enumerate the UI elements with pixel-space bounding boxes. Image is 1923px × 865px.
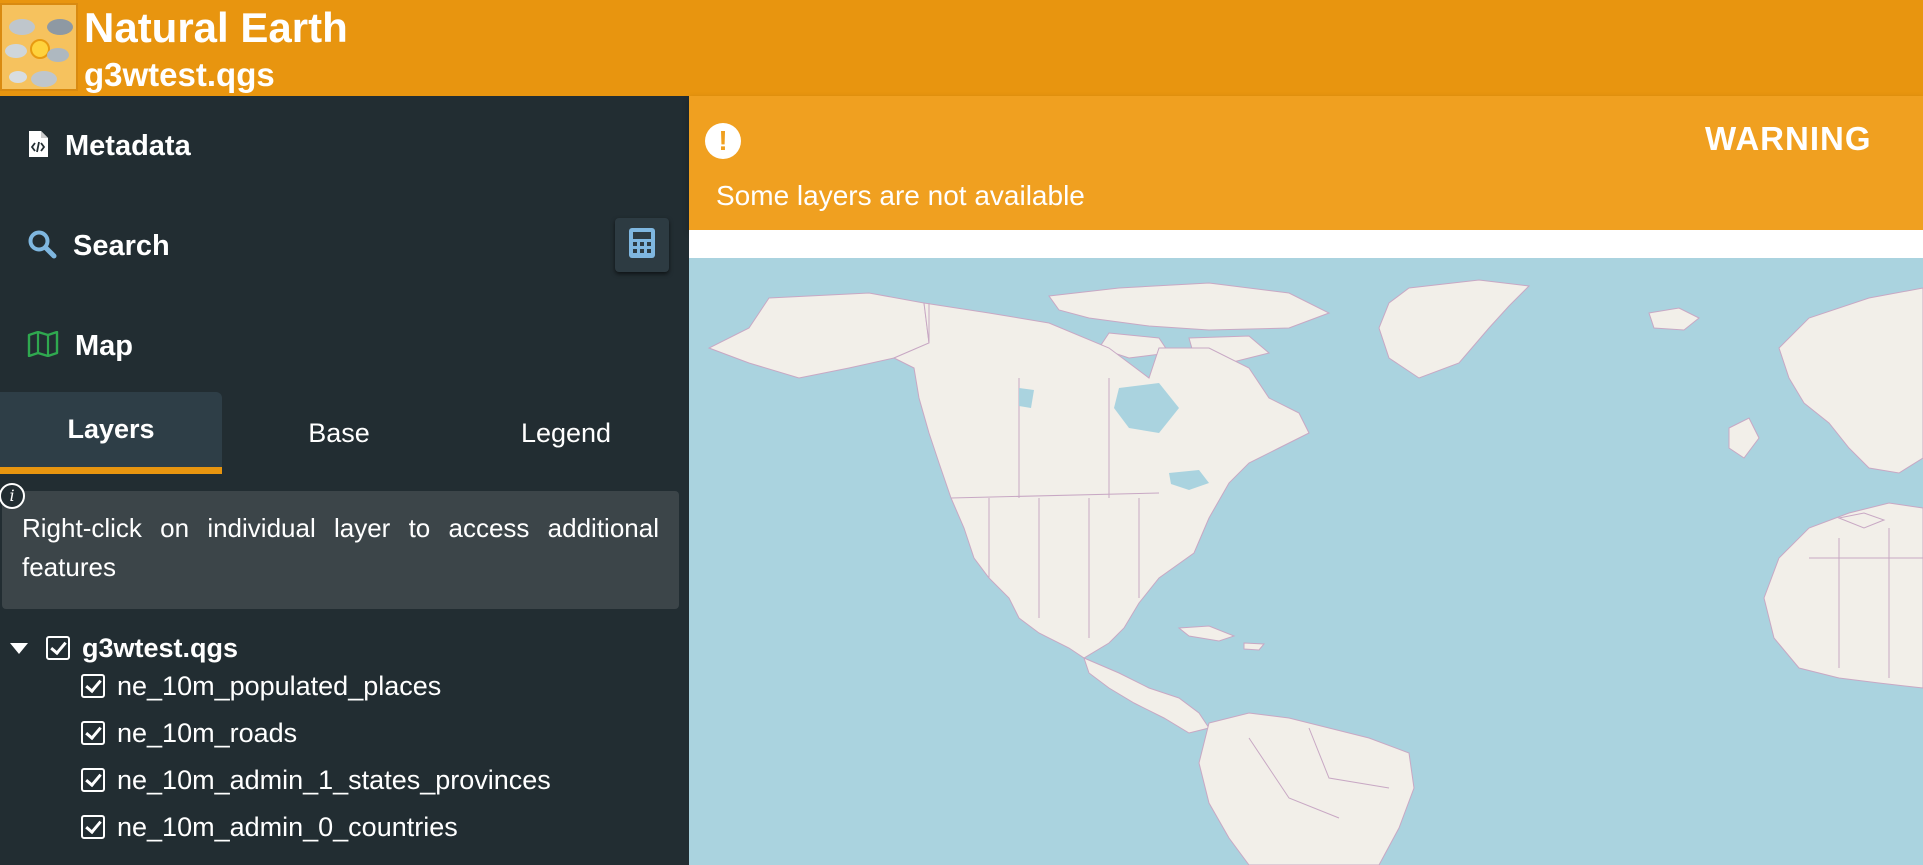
checkbox-checked-icon[interactable] xyxy=(81,768,105,792)
tab-base[interactable]: Base xyxy=(228,392,450,474)
warning-banner: ! WARNING Some layers are not available xyxy=(689,96,1923,230)
sidebar-item-label: Map xyxy=(75,329,133,362)
catalog-tabs: Layers Base Legend xyxy=(0,392,689,474)
checkbox-checked-icon[interactable] xyxy=(81,815,105,839)
warning-title: WARNING xyxy=(1705,120,1872,157)
map-graphic xyxy=(707,279,1923,865)
calculator-button[interactable] xyxy=(615,218,669,272)
sidebar-item-label: Search xyxy=(73,229,170,262)
info-text: Right-click on individual layer to acces… xyxy=(22,513,659,582)
sidebar-item-metadata[interactable]: Metadata xyxy=(0,96,689,196)
project-title: g3wtest.qgs xyxy=(84,56,275,93)
map-icon xyxy=(27,330,59,362)
app-header: Natural Earth g3wtest.qgs xyxy=(0,0,1923,96)
calculator-icon xyxy=(627,226,657,265)
app-title: Natural Earth xyxy=(84,4,348,51)
caret-down-icon[interactable] xyxy=(10,642,28,654)
file-code-icon xyxy=(27,130,49,163)
warning-message: Some layers are not available xyxy=(716,180,1085,211)
tab-legend[interactable]: Legend xyxy=(455,392,677,474)
layer-group-label: g3wtest.qgs xyxy=(82,632,239,663)
exclamation-icon: ! xyxy=(705,123,741,159)
layer-item[interactable]: ne_10m_admin_1_states_provinces xyxy=(81,760,551,800)
layer-tree-root[interactable]: g3wtest.qgs xyxy=(10,628,238,668)
layer-label: ne_10m_admin_0_countries xyxy=(117,811,458,842)
map-canvas[interactable] xyxy=(689,258,1923,865)
tab-layers[interactable]: Layers xyxy=(0,392,222,474)
info-icon: i xyxy=(0,483,25,509)
layer-item[interactable]: ne_10m_populated_places xyxy=(81,666,441,706)
sidebar-item-map[interactable]: Map xyxy=(0,296,689,396)
sidebar-item-search[interactable]: Search xyxy=(0,196,689,296)
sidebar: Metadata Search Map Layers Base Legend R… xyxy=(0,96,689,865)
banner-divider xyxy=(689,230,1923,258)
layer-item[interactable]: ne_10m_admin_0_countries xyxy=(81,807,458,847)
checkbox-checked-icon[interactable] xyxy=(46,636,70,660)
layer-label: ne_10m_roads xyxy=(117,717,298,748)
search-icon xyxy=(27,229,57,264)
checkbox-checked-icon[interactable] xyxy=(81,674,105,698)
app-logo[interactable] xyxy=(0,3,78,91)
info-box: Right-click on individual layer to acces… xyxy=(2,491,679,609)
layer-label: ne_10m_admin_1_states_provinces xyxy=(117,764,551,795)
layer-item[interactable]: ne_10m_roads xyxy=(81,713,297,753)
layer-label: ne_10m_populated_places xyxy=(117,670,442,701)
sidebar-item-label: Metadata xyxy=(65,129,191,162)
checkbox-checked-icon[interactable] xyxy=(81,721,105,745)
